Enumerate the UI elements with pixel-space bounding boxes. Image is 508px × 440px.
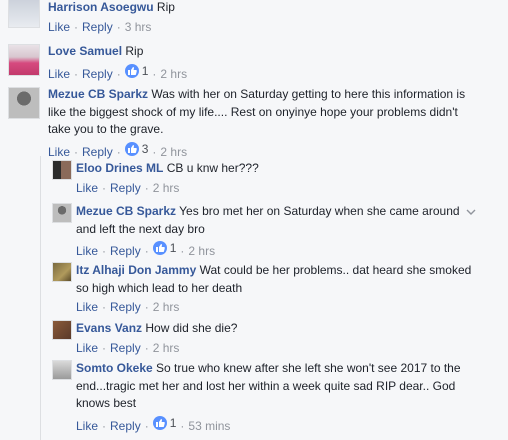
like-count[interactable]: 1 (152, 415, 176, 431)
chevron-down-icon[interactable] (466, 207, 476, 217)
separator-dot: · (144, 180, 149, 195)
thumbs-up-icon (124, 63, 139, 78)
comment-author[interactable]: Somto Okeke (76, 361, 153, 375)
separator-dot: · (144, 418, 149, 433)
comment-author[interactable]: Eloo Drines ML (76, 161, 163, 175)
comment-author[interactable]: Love Samuel (48, 44, 122, 58)
separator-dot: · (180, 418, 185, 433)
separator-dot: · (102, 244, 107, 258)
like-count[interactable]: 1 (124, 63, 148, 79)
separator-dot: · (116, 19, 121, 34)
timestamp[interactable]: 3 hrs (125, 20, 152, 34)
comment-harrison: Harrison Asoegwu Rip Like · Reply · 3 hrs (0, 0, 508, 40)
separator-dot: · (152, 144, 157, 159)
comment-author[interactable]: Itz Alhaji Don Jammy (76, 263, 196, 277)
like-link[interactable]: Like (48, 20, 70, 34)
like-link[interactable]: Like (76, 419, 98, 433)
like-link[interactable]: Like (48, 67, 70, 81)
comment-actions: Like · Reply · 3 hrs (48, 19, 472, 35)
like-link[interactable]: Like (76, 341, 98, 355)
avatar[interactable] (52, 360, 72, 380)
reply-somto: Somto Okeke So true who knew after she l… (0, 360, 508, 434)
avatar[interactable] (8, 0, 40, 28)
separator-dot: · (152, 66, 157, 81)
timestamp[interactable]: 2 hrs (160, 145, 187, 159)
separator-dot: · (102, 180, 107, 195)
avatar[interactable] (52, 203, 72, 223)
comment-actions: Like · Reply · 1 · 2 hrs (48, 63, 472, 82)
separator-dot: · (102, 300, 107, 314)
separator-dot: · (102, 418, 107, 433)
avatar[interactable] (8, 87, 40, 119)
thumbs-up-icon (152, 415, 167, 430)
separator-dot: · (180, 244, 185, 258)
comment-mezue: Mezue CB Sparkz Was with her on Saturday… (0, 84, 508, 159)
timestamp[interactable]: 2 hrs (153, 341, 180, 355)
reply-mezue: Mezue CB Sparkz Yes bro met her on Satur… (0, 203, 508, 258)
separator-dot: · (144, 244, 149, 258)
comment-author[interactable]: Evans Vanz (76, 321, 142, 335)
reply-link[interactable]: Reply (110, 300, 141, 314)
separator-dot: · (74, 144, 79, 159)
comment-actions: Like · Reply · 2 hrs (76, 340, 472, 356)
like-count[interactable]: 3 (124, 141, 148, 157)
separator-dot: · (102, 340, 107, 355)
timestamp[interactable]: 2 hrs (153, 300, 180, 314)
thumbs-up-icon (152, 241, 167, 255)
reply-eloo: Eloo Drines ML CB u knw her??? Like · Repl… (0, 160, 508, 198)
avatar[interactable] (8, 44, 40, 76)
comment-actions: Like · Reply · 3 · 2 hrs (48, 141, 472, 160)
reply-link[interactable]: Reply (82, 67, 113, 81)
comment-author[interactable]: Mezue CB Sparkz (48, 87, 148, 101)
comment-love-samuel: Love Samuel Rip Like · Reply · 1 · 2 hrs (0, 40, 508, 84)
timestamp[interactable]: 2 hrs (153, 181, 180, 195)
separator-dot: · (116, 144, 121, 159)
reply-link[interactable]: Reply (110, 181, 141, 195)
comment-actions: Like · Reply · 1 · 2 hrs (76, 240, 464, 259)
reply-evans: Evans Vanz How did she die? Like · Reply · 2… (0, 320, 508, 358)
avatar[interactable] (52, 320, 72, 340)
comment-text: Rip (125, 44, 144, 58)
avatar[interactable] (52, 262, 72, 282)
comment-actions: Like · Reply · 1 · 53 mins (76, 415, 472, 434)
reply-link[interactable]: Reply (82, 145, 113, 159)
timestamp[interactable]: 2 hrs (188, 244, 215, 258)
like-count[interactable]: 1 (152, 240, 176, 256)
comment-text: CB u knw her??? (166, 161, 259, 175)
comment-actions: Like · Reply · 2 hrs (76, 299, 472, 315)
reply-link[interactable]: Reply (110, 341, 141, 355)
reply-link[interactable]: Reply (82, 20, 113, 34)
separator-dot: · (74, 19, 79, 34)
comment-text: Rip (156, 0, 175, 14)
separator-dot: · (144, 340, 149, 355)
like-link[interactable]: Like (76, 244, 98, 258)
timestamp[interactable]: 53 mins (188, 419, 230, 433)
avatar[interactable] (52, 160, 72, 180)
like-link[interactable]: Like (48, 145, 70, 159)
separator-dot: · (144, 300, 149, 314)
separator-dot: · (116, 66, 121, 81)
like-link[interactable]: Like (76, 181, 98, 195)
comment-author[interactable]: Harrison Asoegwu (48, 0, 154, 14)
reply-link[interactable]: Reply (110, 244, 141, 258)
like-link[interactable]: Like (76, 300, 98, 314)
comment-author[interactable]: Mezue CB Sparkz (76, 204, 176, 218)
reply-link[interactable]: Reply (110, 419, 141, 433)
separator-dot: · (74, 66, 79, 81)
comment-text: How did she die? (145, 321, 238, 335)
comment-actions: Like · Reply · 2 hrs (76, 180, 472, 196)
timestamp[interactable]: 2 hrs (160, 67, 187, 81)
reply-alhaji: Itz Alhaji Don Jammy Wat could be her pr… (0, 262, 508, 317)
thumbs-up-icon (124, 141, 139, 156)
